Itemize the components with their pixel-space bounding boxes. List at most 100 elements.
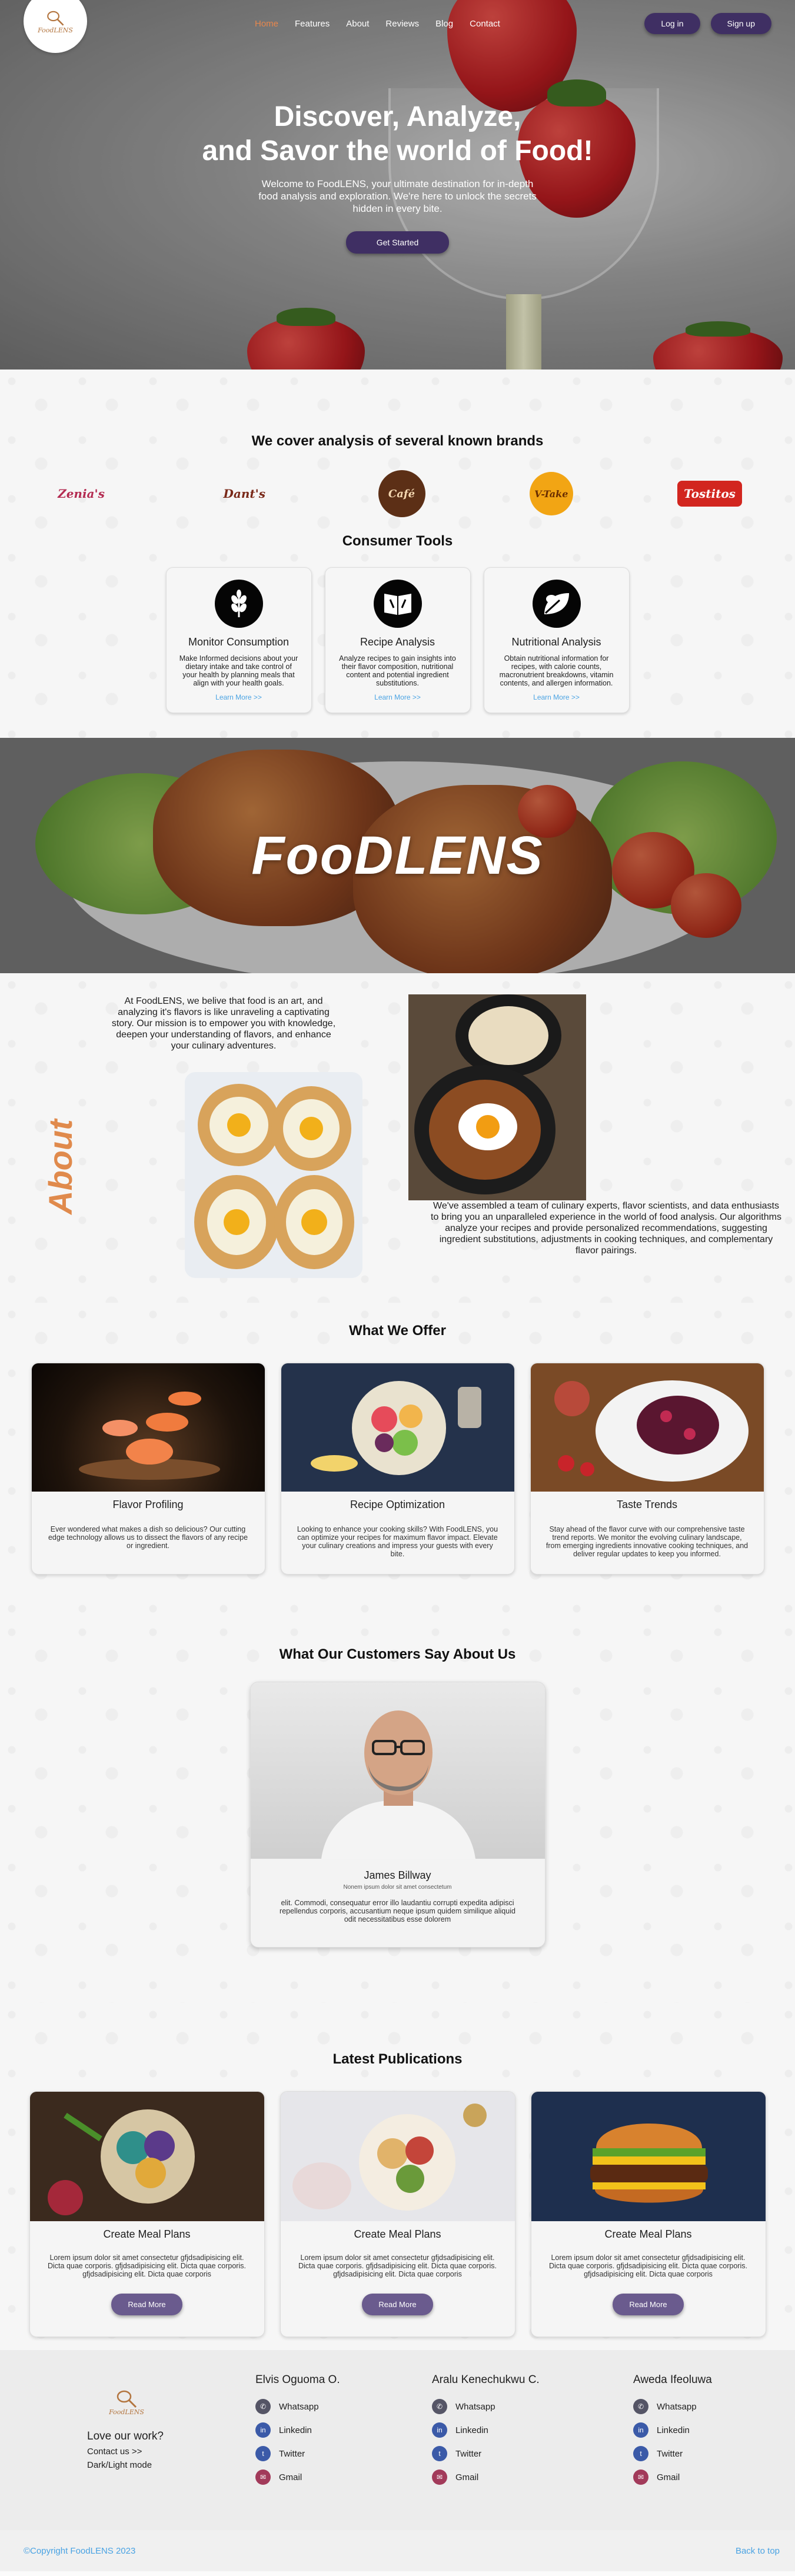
footer-logo[interactable]: FoodLENS	[102, 2381, 151, 2423]
egg-boats-image	[185, 1072, 362, 1278]
nav-link-home[interactable]: Home	[255, 19, 278, 29]
theme-toggle[interactable]: Dark/Light mode	[87, 2460, 164, 2470]
wheat-icon	[214, 580, 263, 628]
linkedin-icon: in	[255, 2422, 271, 2438]
banner-title: FooDLENS	[251, 826, 544, 886]
back-to-top-link[interactable]: Back to top	[736, 2546, 780, 2556]
brand-logos: Zenia's Dant's Café V-Take Tostitos	[0, 470, 795, 517]
footer-brand: FoodLENS Love our work? Contact us >> Da…	[87, 2381, 164, 2470]
linkedin-link[interactable]: in Linkedin	[432, 2418, 540, 2442]
hero-subtitle: Welcome to FoodLENS, your ultimate desti…	[258, 178, 537, 214]
nav-link-contact[interactable]: Contact	[470, 19, 500, 29]
tool-title: Recipe Analysis	[360, 636, 435, 648]
contact-us-link[interactable]: Contact us >>	[87, 2447, 164, 2457]
brand-logo-cafe: Café	[378, 470, 425, 517]
offer-cards: Flavor Profiling Ever wondered what make…	[0, 1363, 795, 1575]
offer-card: Recipe Optimization Looking to enhance y…	[280, 1363, 515, 1575]
gmail-icon: ✉	[633, 2470, 648, 2485]
twitter-link[interactable]: t Twitter	[633, 2442, 712, 2465]
signup-button[interactable]: Sign up	[710, 13, 771, 34]
publication-desc: Lorem ipsum dolor sit amet consectetur g…	[549, 2254, 747, 2278]
offer-card-desc: Stay ahead of the flavor curve with our …	[545, 1525, 749, 1558]
gmail-link[interactable]: ✉ Gmail	[633, 2465, 712, 2489]
login-button[interactable]: Log in	[644, 13, 700, 34]
whatsapp-link[interactable]: ✆ Whatsapp	[255, 2395, 340, 2418]
skillet-eggs-image	[408, 994, 586, 1200]
gmail-icon: ✉	[255, 2470, 271, 2485]
whatsapp-icon: ✆	[255, 2399, 271, 2414]
offer-card-title: Flavor Profiling	[112, 1499, 184, 1510]
footer-member-name: Aweda Ifeoluwa	[633, 2374, 712, 2386]
learn-more-link[interactable]: Learn More >>	[178, 693, 300, 701]
gmail-icon: ✉	[432, 2470, 447, 2485]
customer-photo	[250, 1682, 545, 1859]
gmail-link[interactable]: ✉ Gmail	[255, 2465, 340, 2489]
offer-card: Flavor Profiling Ever wondered what make…	[31, 1363, 265, 1575]
salad-bowl-image	[29, 2092, 264, 2221]
brand-logo-tostitos: Tostitos	[677, 481, 742, 507]
footer-column: Aralu Kenechukwu C. ✆ Whatsapp in Linkedin…	[432, 2374, 540, 2489]
whatsapp-link[interactable]: ✆ Whatsapp	[432, 2395, 540, 2418]
brands-section: We cover analysis of several known brand…	[0, 370, 795, 738]
leaf-icon	[532, 580, 581, 628]
foodlens-banner: FooDLENS	[0, 738, 795, 973]
auth-buttons: Log in Sign up	[644, 13, 771, 34]
about-paragraph-2: We've assembled a team of culinary exper…	[431, 1201, 781, 1256]
footer-bottom-bar: ©Copyright FoodLENS 2023 Back to top	[0, 2530, 795, 2571]
footer: FoodLENS Love our work? Contact us >> Da…	[0, 2350, 795, 2530]
tool-card: Monitor Consumption Make Informed decisi…	[165, 567, 312, 713]
linkedin-link[interactable]: in Linkedin	[255, 2418, 340, 2442]
whatsapp-link[interactable]: ✆ Whatsapp	[633, 2395, 712, 2418]
tool-desc: Analyze recipes to gain insights into th…	[339, 654, 456, 687]
spoon-logo-icon	[117, 2390, 137, 2408]
fruit-bowl-image	[281, 1363, 514, 1492]
publications-title: Latest Publications	[332, 2051, 463, 2067]
read-more-button[interactable]: Read More	[362, 2294, 433, 2315]
tools-title: Consumer Tools	[342, 533, 453, 549]
footer-member-name: Aralu Kenechukwu C.	[432, 2374, 540, 2386]
nav-link-about[interactable]: About	[346, 19, 369, 29]
footer-column: Elvis Oguoma O. ✆ Whatsapp in Linkedin t Tw…	[255, 2374, 340, 2489]
linkedin-link[interactable]: in Linkedin	[633, 2418, 712, 2442]
offer-title: What We Offer	[349, 1323, 446, 1339]
tool-card: Recipe Analysis Analyze recipes to gain …	[324, 567, 471, 713]
testimonial-section: What Our Customers Say About Us James Bi…	[0, 1620, 795, 2003]
brand-logo-dants: Dant's	[223, 487, 265, 501]
whatsapp-icon: ✆	[633, 2399, 648, 2414]
hero-title-line2: and Savor the world of Food!	[202, 135, 593, 167]
twitter-link[interactable]: t Twitter	[432, 2442, 540, 2465]
twitter-icon: t	[432, 2446, 447, 2461]
nav-link-blog[interactable]: Blog	[435, 19, 453, 29]
offer-card: Taste Trends Stay ahead of the flavor cu…	[530, 1363, 764, 1575]
offer-card-title: Taste Trends	[616, 1499, 678, 1510]
footer-member-name: Elvis Oguoma O.	[255, 2374, 340, 2386]
testimonial-title: What Our Customers Say About Us	[279, 1646, 516, 1662]
whatsapp-icon: ✆	[432, 2399, 447, 2414]
tools-grid: Monitor Consumption Make Informed decisi…	[0, 567, 795, 713]
twitter-icon: t	[255, 2446, 271, 2461]
learn-more-link[interactable]: Learn More >>	[337, 693, 458, 701]
burger-image	[531, 2092, 766, 2221]
publication-card: Create Meal Plans Lorem ipsum dolor sit …	[29, 2091, 265, 2337]
customer-role: Nonem ipsum dolor sit amet consectetum	[343, 1884, 452, 1891]
spoon-logo-icon	[47, 11, 64, 26]
twitter-link[interactable]: t Twitter	[255, 2442, 340, 2465]
publications-section: Latest Publications Create Meal Plans Lo…	[0, 2003, 795, 2350]
publication-title: Create Meal Plans	[103, 2228, 191, 2240]
hero-title-line1: Discover, Analyze,	[274, 101, 521, 132]
nav-link-reviews[interactable]: Reviews	[385, 19, 419, 29]
top-nav: FoodLENS Home Features About Reviews Blo…	[0, 0, 795, 53]
read-more-button[interactable]: Read More	[613, 2294, 684, 2315]
nav-link-features[interactable]: Features	[295, 19, 330, 29]
linkedin-icon: in	[432, 2422, 447, 2438]
get-started-button[interactable]: Get Started	[345, 231, 450, 254]
gmail-link[interactable]: ✉ Gmail	[432, 2465, 540, 2489]
hero-content: Discover, Analyze, and Savor the world o…	[0, 100, 795, 254]
logo[interactable]: FoodLENS	[24, 0, 87, 53]
read-more-button[interactable]: Read More	[111, 2294, 182, 2315]
tool-desc: Obtain nutritional information for recip…	[499, 654, 614, 687]
sushi-image	[31, 1363, 265, 1492]
tool-desc: Make Informed decisions about your dieta…	[179, 654, 298, 687]
tool-title: Nutritional Analysis	[511, 636, 601, 648]
learn-more-link[interactable]: Learn More >>	[496, 693, 617, 701]
